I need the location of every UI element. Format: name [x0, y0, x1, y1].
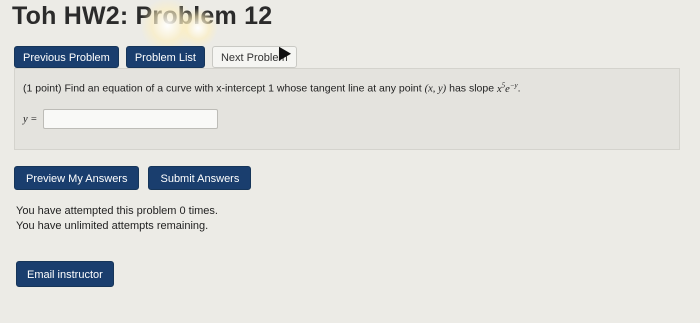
answer-label: y =	[23, 113, 38, 125]
problem-period: .	[517, 82, 521, 95]
problem-list-button[interactable]: Problem List	[125, 46, 205, 68]
slope-expression: x5e−y	[497, 81, 518, 95]
problem-statement: (1 point) Find an equation of a curve wi…	[23, 81, 521, 95]
email-instructor-button[interactable]: Email instructor	[16, 261, 114, 287]
answer-row: y =	[23, 109, 219, 129]
previous-problem-button[interactable]: Previous Problem	[14, 46, 119, 68]
problem-panel: (1 point) Find an equation of a curve wi…	[14, 68, 680, 150]
email-section: Email instructor	[16, 261, 114, 287]
slope-e-exponent: −y	[509, 81, 518, 89]
page-title: Toh HW2: Problem 12	[12, 2, 273, 30]
preview-answers-button[interactable]: Preview My Answers	[14, 166, 140, 190]
submit-answers-button[interactable]: Submit Answers	[148, 166, 252, 190]
problem-text: Find an equation of a curve with x-inter…	[64, 82, 422, 95]
problem-point: (x, y)	[424, 83, 447, 95]
problem-slope-text: has slope	[449, 82, 495, 95]
attempted-count-text: You have attempted this problem 0 times.	[16, 205, 218, 217]
answer-input[interactable]	[43, 109, 219, 129]
problem-navigation: Previous Problem Problem List Next Probl…	[14, 46, 297, 68]
attempt-messages: You have attempted this problem 0 times.…	[16, 204, 218, 234]
attempts-remaining-text: You have unlimited attempts remaining.	[16, 220, 209, 232]
answer-actions: Preview My Answers Submit Answers	[14, 166, 252, 190]
problem-points: (1 point)	[23, 82, 62, 95]
